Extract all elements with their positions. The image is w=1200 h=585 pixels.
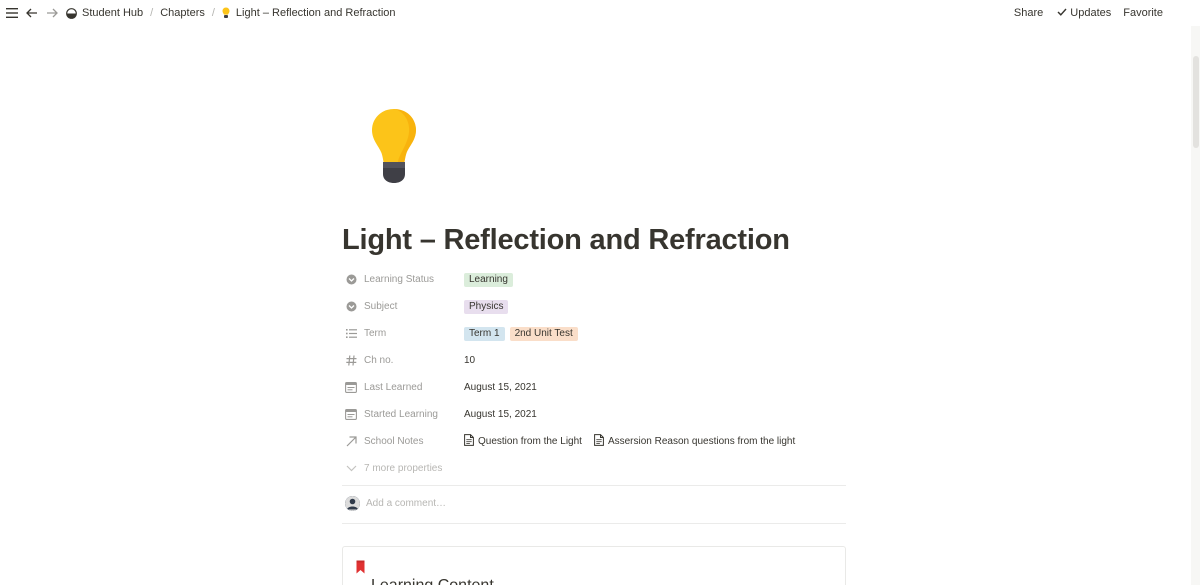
property-row-term[interactable]: Term Term 1 2nd Unit Test	[342, 320, 846, 347]
page-title[interactable]: Light – Reflection and Refraction	[342, 224, 790, 257]
forward-arrow-icon[interactable]	[44, 5, 60, 21]
breadcrumb-label: Student Hub	[82, 7, 144, 19]
breadcrumb-current-page[interactable]: Light – Reflection and Refraction	[220, 3, 398, 23]
property-name[interactable]: 7 more properties	[342, 463, 442, 475]
breadcrumb-label: Chapters	[160, 7, 205, 19]
updates-button[interactable]: Updates	[1051, 3, 1117, 23]
property-label: School Notes	[364, 436, 424, 447]
back-arrow-icon[interactable]	[24, 5, 40, 21]
relation-label: Assersion Reason questions from the ligh…	[607, 436, 796, 447]
property-row-learning-status[interactable]: Learning Status Learning	[342, 266, 846, 293]
relation-link[interactable]: Assersion Reason questions from the ligh…	[594, 434, 795, 449]
property-row-school-notes[interactable]: School Notes Question from the Light Ass…	[342, 428, 846, 455]
property-value[interactable]: August 15, 2021	[464, 409, 537, 420]
callout-heading[interactable]: Learning Content	[371, 577, 494, 585]
tag-2nd-unit-test[interactable]: 2nd Unit Test	[509, 326, 578, 341]
breadcrumb-separator: /	[211, 7, 215, 19]
property-name[interactable]: Learning Status	[342, 274, 464, 286]
property-label: Last Learned	[364, 382, 423, 393]
property-name[interactable]: School Notes	[342, 436, 464, 448]
share-button[interactable]: Share	[1008, 3, 1049, 23]
divider	[342, 523, 846, 524]
property-name[interactable]: Term	[342, 328, 464, 340]
property-label: Ch no.	[364, 355, 394, 366]
property-row-ch-no[interactable]: Ch no. 10	[342, 347, 846, 374]
chevron-down-icon	[345, 463, 357, 475]
property-label: Learning Status	[364, 274, 435, 285]
avatar	[345, 496, 360, 511]
property-value[interactable]: Physics	[464, 299, 509, 314]
date-icon	[345, 409, 357, 421]
property-name[interactable]: Subject	[342, 301, 464, 313]
breadcrumb-chapters[interactable]: Chapters	[158, 3, 207, 23]
property-row-started-learning[interactable]: Started Learning August 15, 2021	[342, 401, 846, 428]
property-value[interactable]: Learning	[464, 272, 513, 287]
tag-term-1[interactable]: Term 1	[464, 326, 505, 341]
favorite-button[interactable]: Favorite	[1117, 3, 1169, 23]
comment-input[interactable]: Add a comment…	[366, 498, 446, 509]
more-properties-toggle[interactable]: 7 more properties	[342, 455, 846, 482]
relation-link[interactable]: Question from the Light	[464, 434, 582, 449]
more-properties-label: 7 more properties	[364, 463, 443, 474]
scrollbar-track[interactable]	[1191, 26, 1200, 585]
menu-icon[interactable]	[4, 5, 20, 21]
properties-list: Learning Status Learning Subject Physics	[342, 266, 846, 482]
property-value-text: August 15, 2021	[464, 409, 537, 420]
property-value[interactable]: Question from the Light Assersion Reason…	[464, 434, 802, 449]
breadcrumb-separator: /	[150, 7, 154, 19]
callout-block[interactable]: Learning Content	[342, 546, 846, 585]
updates-label: Updates	[1070, 7, 1112, 19]
student-hub-icon	[66, 7, 77, 19]
document-icon	[594, 434, 604, 449]
scrollbar-thumb[interactable]	[1193, 56, 1199, 148]
lightbulb-icon[interactable]	[368, 106, 420, 186]
property-name[interactable]: Ch no.	[342, 355, 464, 367]
status-icon	[345, 274, 357, 286]
property-label: Started Learning	[364, 409, 438, 420]
property-value[interactable]: August 15, 2021	[464, 382, 537, 393]
property-value-text: 10	[464, 355, 476, 366]
property-row-last-learned[interactable]: Last Learned August 15, 2021	[342, 374, 846, 401]
top-bar: Student Hub / Chapters / Light – Reflect…	[0, 0, 1200, 26]
check-icon	[1057, 7, 1067, 19]
number-icon	[345, 355, 357, 367]
property-row-subject[interactable]: Subject Physics	[342, 293, 846, 320]
relation-label: Question from the Light	[478, 436, 582, 447]
multiselect-icon	[345, 328, 357, 340]
breadcrumb-student-hub[interactable]: Student Hub	[64, 3, 145, 23]
property-name[interactable]: Started Learning	[342, 409, 464, 421]
property-label: Term	[364, 328, 387, 339]
select-icon	[345, 301, 357, 313]
comment-input-row[interactable]: Add a comment…	[342, 496, 446, 511]
property-value[interactable]: 10	[464, 355, 475, 366]
lightbulb-icon	[222, 7, 230, 19]
property-label: Subject	[364, 301, 398, 312]
date-icon	[345, 382, 357, 394]
divider	[342, 485, 846, 486]
document-icon	[464, 434, 474, 449]
property-name[interactable]: Last Learned	[342, 382, 464, 394]
tag-physics[interactable]: Physics	[464, 299, 509, 314]
bookmark-icon	[356, 560, 365, 579]
tag-learning[interactable]: Learning	[464, 272, 513, 287]
relation-arrow-icon	[345, 436, 357, 448]
property-value[interactable]: Term 1 2nd Unit Test	[464, 326, 578, 341]
property-value-text: August 15, 2021	[464, 382, 537, 393]
breadcrumb-label: Light – Reflection and Refraction	[235, 7, 396, 19]
